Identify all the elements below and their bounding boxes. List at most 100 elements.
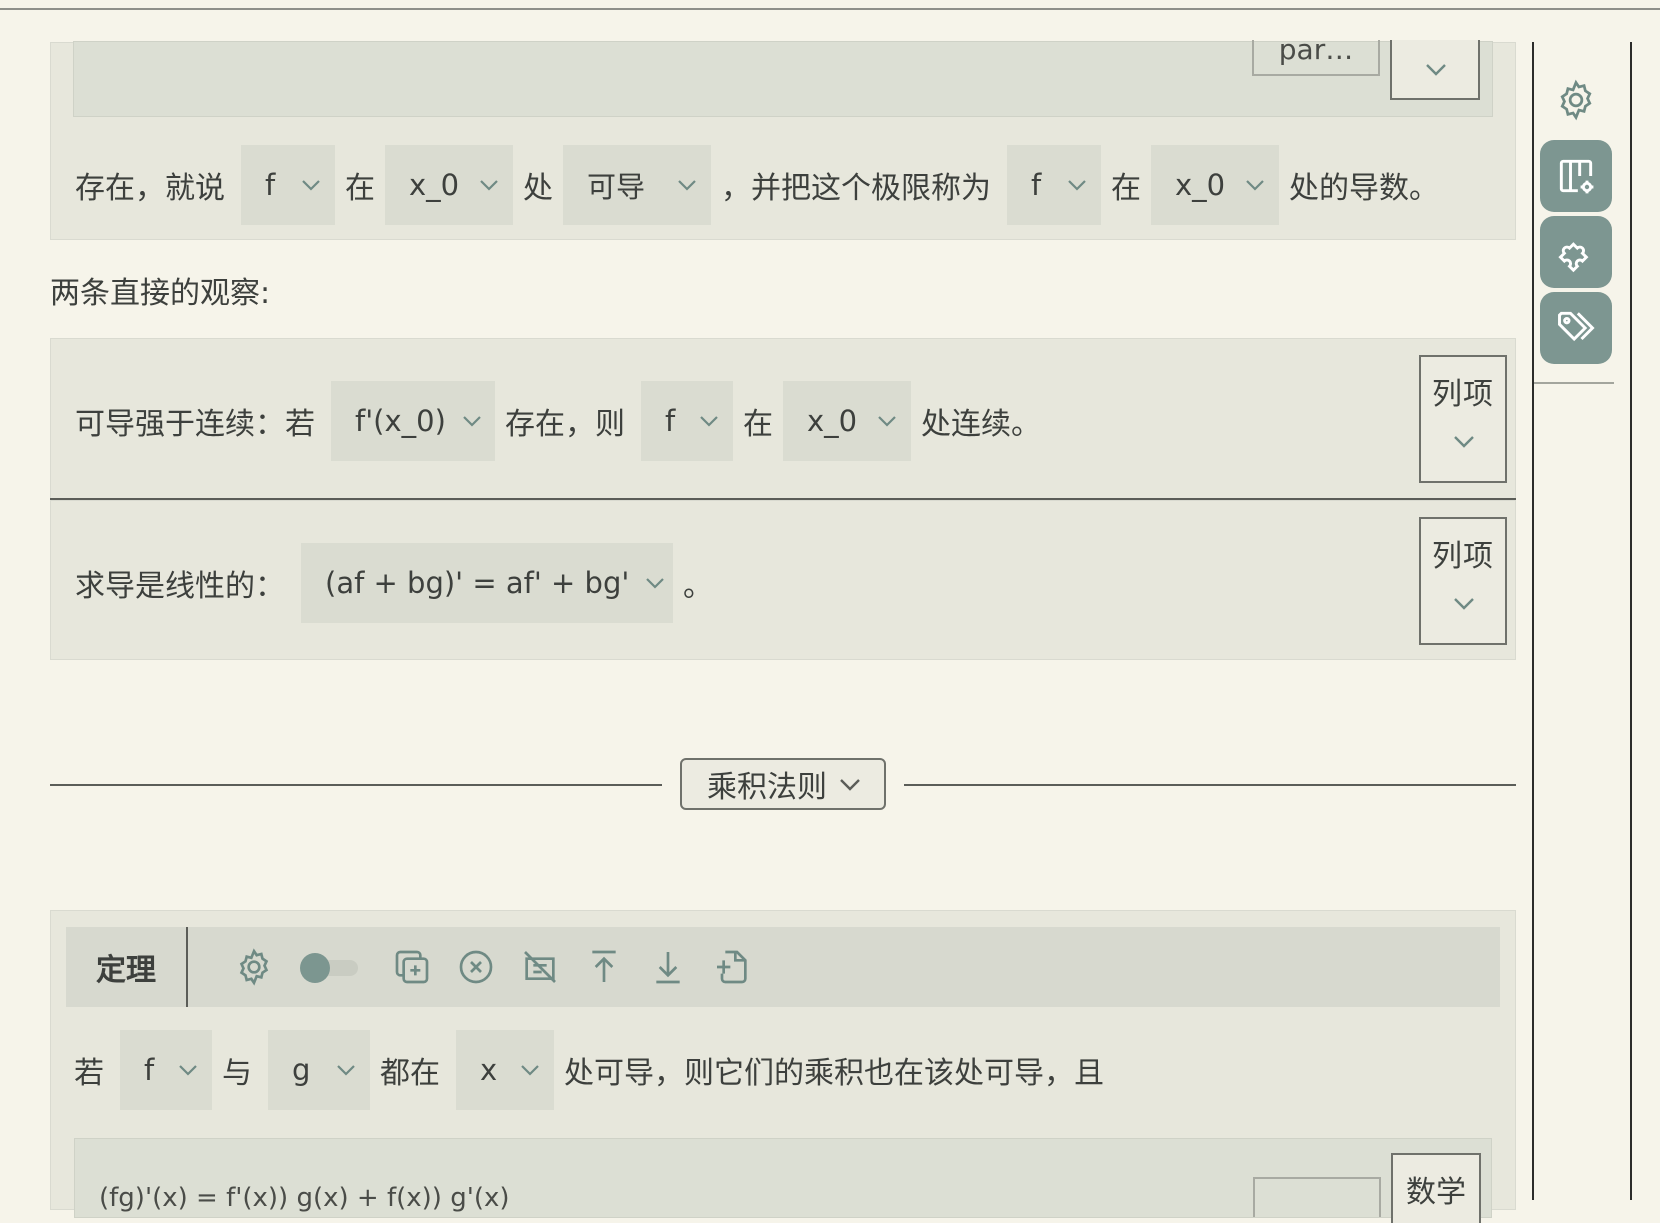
sidebar-divider (1534, 382, 1614, 384)
select-point[interactable]: x_0 (385, 145, 513, 225)
toggle-knob (300, 953, 330, 983)
list-item-button[interactable]: 列项 (1419, 355, 1507, 483)
item-sentence: 可导强于连续：若 f'(x_0) 存在，则 f 在 x_0 处连续。 (75, 381, 1041, 461)
truncated-box[interactable]: par… (1252, 40, 1380, 76)
formula-box: par… (73, 40, 1493, 117)
select-value: x_0 (409, 168, 460, 202)
hide-icon[interactable] (520, 947, 560, 987)
move-bottom-icon[interactable] (648, 947, 688, 987)
truncated-label: par… (1278, 40, 1354, 66)
select-function[interactable]: f (1007, 145, 1101, 225)
sidebar-border-left (1532, 42, 1534, 1200)
select-expression[interactable]: f'(x_0) (331, 381, 495, 461)
select-function[interactable]: g (268, 1030, 370, 1110)
text-segment: 在 (1111, 171, 1141, 206)
select-value: g (292, 1053, 311, 1087)
text-segment: 处可导，则它们的乘积也在该处可导，且 (564, 1056, 1104, 1091)
text-segment: ，并把这个极限称为 (721, 171, 991, 206)
select-value: x_0 (807, 404, 858, 438)
text-segment: 都在 (380, 1056, 440, 1091)
select-point[interactable]: x_0 (1151, 145, 1279, 225)
chevron-down-icon (336, 1064, 356, 1076)
theorem-toolbar: 定理 (66, 927, 1500, 1007)
section-heading-button[interactable]: 乘积法则 (680, 758, 886, 810)
select-expression[interactable]: (af + bg)' = af' + bg' (301, 543, 673, 623)
definition-sentence: 存在，就说 f 在 x_0 处 可导 ，并把这个极限称为 f 在 x_0 处的导… (75, 145, 1439, 225)
tags-button[interactable] (1540, 292, 1612, 364)
text-segment: 在 (743, 407, 773, 442)
move-top-icon[interactable] (584, 947, 624, 987)
text-segment: 处连续。 (921, 407, 1041, 442)
layout-settings-button[interactable] (1540, 140, 1612, 212)
chevron-down-icon (462, 415, 482, 427)
select-value: f (1031, 168, 1042, 202)
text-segment: 在 (345, 171, 375, 206)
document-main: par… 存在，就说 f 在 x_0 处 可导 ，并把这个极限称为 f 在 x_… (0, 0, 1530, 1223)
select-value: (af + bg)' = af' + bg' (325, 566, 630, 600)
chevron-down-icon (877, 415, 897, 427)
definition-card: par… 存在，就说 f 在 x_0 处 可导 ，并把这个极限称为 f 在 x_… (50, 40, 1516, 240)
select-function[interactable]: f (641, 381, 733, 461)
chevron-down-icon (839, 778, 860, 791)
select-function[interactable]: f (120, 1030, 212, 1110)
item-sentence: 求导是线性的： (af + bg)' = af' + bg' 。 (75, 543, 713, 623)
select-value: f (265, 168, 276, 202)
plugins-button[interactable] (1540, 216, 1612, 288)
section-divider-right (904, 784, 1516, 786)
select-point[interactable]: x_0 (783, 381, 911, 461)
toggle-switch[interactable] (300, 953, 358, 983)
observations-heading: 两条直接的观察: (50, 276, 271, 311)
select-value: x_0 (1175, 168, 1226, 202)
toolbar-separator (186, 927, 188, 1007)
chevron-down-icon (479, 179, 499, 191)
tags-icon (1558, 311, 1595, 342)
text-segment: 可导强于连续：若 (75, 407, 315, 442)
chevron-down-icon (1067, 179, 1087, 191)
text-segment: 处的导数。 (1289, 171, 1439, 206)
puzzle-icon (1558, 242, 1589, 273)
add-file-icon[interactable] (712, 947, 752, 987)
chevron-down-icon (699, 415, 719, 427)
select-function[interactable]: f (241, 145, 335, 225)
chevron-down-icon (1245, 179, 1265, 191)
select-value: 可导 (587, 170, 646, 204)
chevron-down-icon (645, 577, 665, 589)
chevron-down-icon (520, 1064, 540, 1076)
formula-input-box[interactable] (1253, 1177, 1381, 1217)
formula-dropdown-button[interactable] (1390, 40, 1480, 100)
theorem-formula-box: (fg)'(x) = f'(x)) g(x) + f(x)) g'(x) 数学 (74, 1138, 1492, 1223)
list-item-button-label: 列项 (1432, 377, 1494, 412)
select-value: f'(x_0) (355, 404, 446, 438)
settings-gear-icon[interactable] (1554, 78, 1598, 122)
math-mode-label: 数学 (1406, 1175, 1466, 1210)
chevron-down-icon (1425, 63, 1446, 76)
text-segment: 。 (683, 569, 713, 604)
chevron-down-icon (1453, 597, 1474, 610)
list-item-button[interactable]: 列项 (1419, 517, 1507, 645)
formula-text: (fg)'(x) = f'(x)) g(x) + f(x)) g'(x) (99, 1183, 510, 1213)
list-item: 可导强于连续：若 f'(x_0) 存在，则 f 在 x_0 处连续。 列项 (50, 338, 1516, 500)
select-property[interactable]: 可导 (563, 145, 711, 225)
select-value: x (480, 1053, 498, 1087)
text-segment: 与 (222, 1056, 252, 1091)
sidebar-border-right (1630, 42, 1632, 1200)
math-mode-button[interactable]: 数学 (1391, 1153, 1481, 1223)
theorem-sentence: 若 f 与 g 都在 x 处可导，则它们的乘积也在该处可导，且 (74, 1030, 1104, 1110)
text-segment: 求导是线性的： (75, 569, 285, 604)
text-segment: 存在，则 (505, 407, 625, 442)
select-variable[interactable]: x (456, 1030, 554, 1110)
chevron-down-icon (1453, 435, 1474, 448)
select-value: f (144, 1053, 155, 1087)
copy-add-icon[interactable] (392, 947, 432, 987)
list-item-button-label: 列项 (1432, 539, 1494, 574)
layout-settings-icon (1559, 159, 1594, 194)
text-segment: 处 (523, 171, 553, 206)
chevron-down-icon (301, 179, 321, 191)
chevron-down-icon (677, 179, 697, 191)
text-segment: 若 (74, 1056, 104, 1091)
select-value: f (665, 404, 676, 438)
chevron-down-icon (178, 1064, 198, 1076)
gear-icon[interactable] (234, 947, 274, 987)
list-item: 求导是线性的： (af + bg)' = af' + bg' 。 列项 (50, 500, 1516, 660)
close-circle-icon[interactable] (456, 947, 496, 987)
